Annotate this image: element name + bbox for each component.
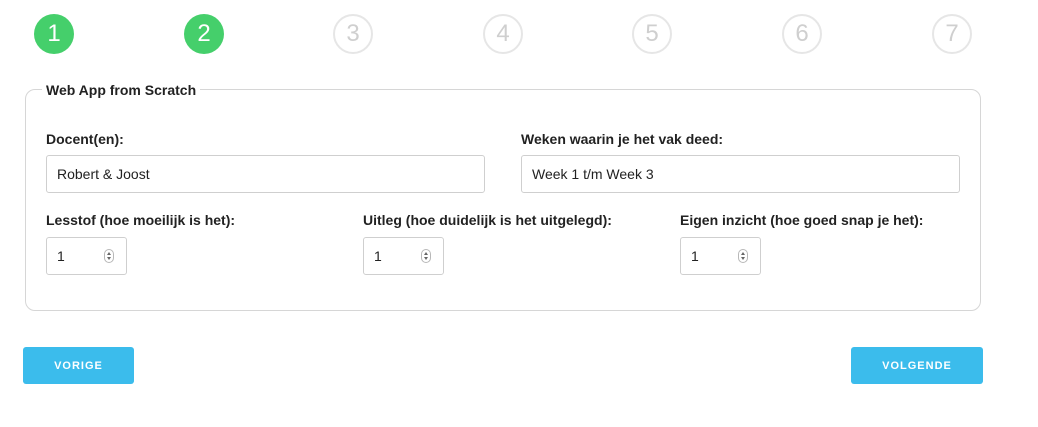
weeks-field[interactable]: Week 1 t/m Week 3 [521,155,960,193]
weeks-label: Weken waarin je het vak deed: [521,131,724,147]
course-title: Web App from Scratch [42,81,201,99]
material-number-input[interactable]: 1 [46,237,127,275]
teachers-value: Robert & Joost [57,166,150,182]
explanation-label: Uitleg (hoe duidelijk is het uitgelegd): [363,212,612,228]
weeks-value: Week 1 t/m Week 3 [532,166,654,182]
insight-number-input[interactable]: 1 [680,237,761,275]
stepper-icon[interactable] [421,249,431,263]
material-value: 1 [57,248,65,264]
teachers-field[interactable]: Robert & Joost [46,155,485,193]
step-4[interactable]: 4 [483,14,523,54]
teachers-label: Docent(en): [46,131,124,147]
explanation-number-input[interactable]: 1 [363,237,444,275]
stepper-icon[interactable] [104,249,114,263]
survey-page: 1 2 3 4 5 6 7 Web App from Scratch Docen… [0,0,1038,427]
stepper-icon[interactable] [738,249,748,263]
step-2[interactable]: 2 [184,14,224,54]
step-indicator: 1 2 3 4 5 6 7 [0,14,1038,54]
step-6[interactable]: 6 [782,14,822,54]
insight-value: 1 [691,248,699,264]
step-7[interactable]: 7 [932,14,972,54]
previous-button[interactable]: VORIGE [23,347,134,384]
insight-label: Eigen inzicht (hoe goed snap je het): [680,212,924,228]
explanation-value: 1 [374,248,382,264]
step-1[interactable]: 1 [34,14,74,54]
material-label: Lesstof (hoe moeilijk is het): [46,212,236,228]
course-fieldset: Web App from Scratch Docent(en): Robert … [25,81,981,311]
next-button[interactable]: VOLGENDE [851,347,983,384]
step-3[interactable]: 3 [333,14,373,54]
step-5[interactable]: 5 [632,14,672,54]
